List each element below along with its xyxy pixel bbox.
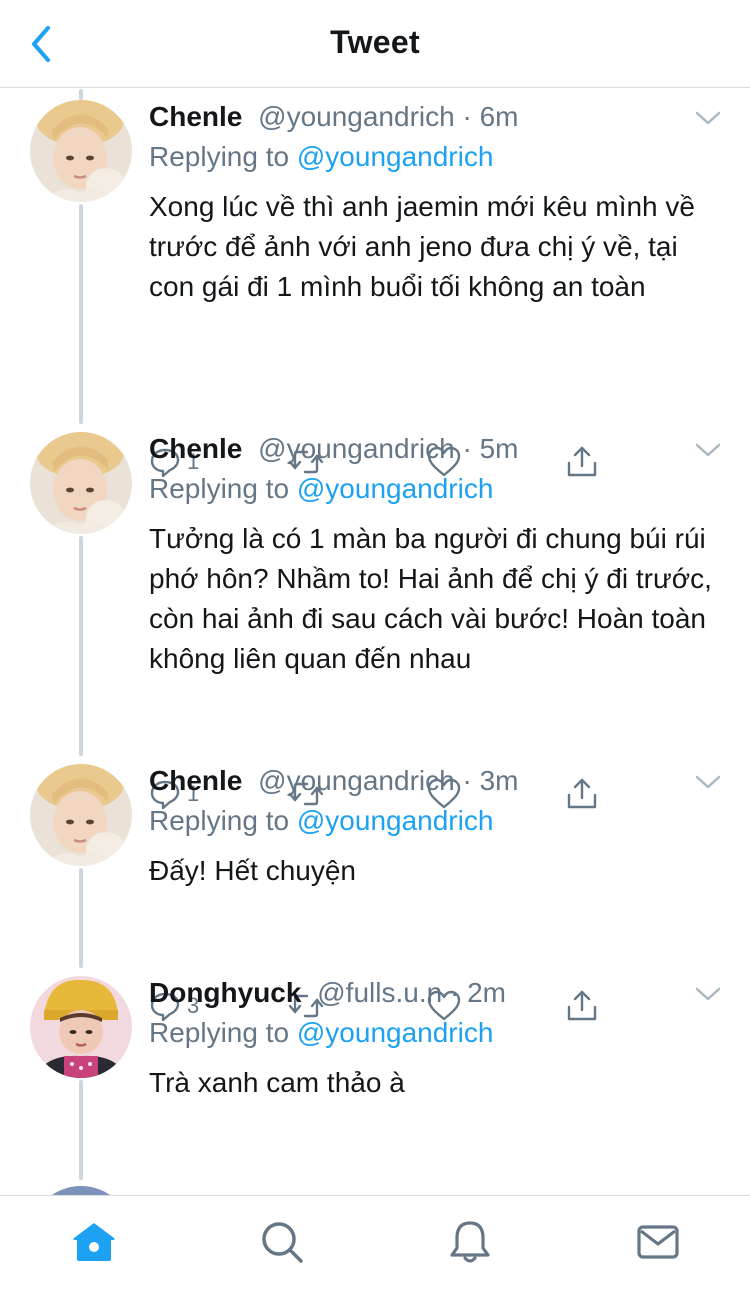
- replying-to-label: Replying to: [149, 473, 290, 504]
- tweet-header: Donghyuck @fulls.u.n · 2m: [149, 977, 506, 1009]
- page-title: Tweet: [330, 24, 420, 60]
- username[interactable]: @youngandrich: [258, 433, 455, 464]
- avatar[interactable]: [30, 976, 132, 1078]
- replying-to: Replying to @youngandrich: [149, 1017, 493, 1049]
- chevron-down-icon[interactable]: [694, 986, 722, 1002]
- timestamp: 3m: [479, 765, 519, 796]
- avatar[interactable]: [30, 1186, 132, 1195]
- reply-to-link[interactable]: @youngandrich: [297, 805, 494, 836]
- top-nav-bar: Tweet: [0, 0, 750, 88]
- bottom-tab-bar: [0, 1195, 750, 1294]
- replying-to: Replying to @youngandrich: [149, 473, 493, 505]
- timestamp: 6m: [479, 101, 519, 132]
- notifications-icon[interactable]: [446, 1218, 494, 1266]
- display-name[interactable]: Chenle: [149, 765, 242, 796]
- tweet-thread[interactable]: Chenle @youngandrich · 6m Replying to @y…: [0, 89, 750, 1195]
- tweet-text: Tưởng là có 1 màn ba người đi chung búi …: [149, 523, 712, 674]
- avatar[interactable]: [30, 100, 132, 202]
- display-name[interactable]: Chenle: [149, 101, 242, 132]
- chevron-down-icon[interactable]: [694, 110, 722, 126]
- replying-to: Replying to @youngandrich: [149, 141, 493, 173]
- timestamp: 5m: [479, 433, 519, 464]
- search-icon[interactable]: [258, 1218, 306, 1266]
- replying-to: Replying to @youngandrich: [149, 805, 493, 837]
- messages-icon[interactable]: [634, 1218, 682, 1266]
- home-icon[interactable]: [70, 1218, 118, 1266]
- tweet[interactable]: Chenle @youngandrich · 5m Replying to @y…: [0, 428, 750, 810]
- avatar[interactable]: [30, 432, 132, 534]
- separator-dot: ·: [449, 977, 460, 1008]
- username[interactable]: @fulls.u.n: [317, 977, 442, 1008]
- avatar[interactable]: [30, 764, 132, 866]
- tweet-text: Xong lúc về thì anh jaemin mới kêu mình …: [149, 191, 695, 302]
- reply-to-link[interactable]: @youngandrich: [297, 1017, 494, 1048]
- reply-to-link[interactable]: @youngandrich: [297, 141, 494, 172]
- replying-to-label: Replying to: [149, 141, 290, 172]
- username[interactable]: @youngandrich: [258, 765, 455, 796]
- tweet-header: Chenle @youngandrich · 6m: [149, 101, 518, 133]
- reply-to-link[interactable]: @youngandrich: [297, 473, 494, 504]
- separator-dot: ·: [462, 433, 472, 464]
- chevron-down-icon[interactable]: [694, 774, 722, 790]
- timestamp: 2m: [467, 977, 506, 1008]
- display-name[interactable]: Donghyuck: [149, 977, 301, 1008]
- tweet-text: Đấy! Hết chuyện: [149, 855, 356, 886]
- separator-dot: ·: [462, 101, 472, 132]
- tweet[interactable]: Donghyuck @fulls.u.n · 2m Replying to @y…: [0, 972, 750, 1172]
- separator-dot: ·: [462, 765, 472, 796]
- replying-to-label: Replying to: [149, 805, 290, 836]
- display-name[interactable]: Chenle: [149, 433, 242, 464]
- tweet[interactable]: Chenle @youngandrich · 3m Replying to @y…: [0, 760, 750, 1022]
- tweet[interactable]: Chenle @youngandrich · 6m Replying to @y…: [0, 96, 750, 478]
- tweet-header: Chenle @youngandrich · 3m: [149, 765, 518, 797]
- replying-to-label: Replying to: [149, 1017, 290, 1048]
- chevron-down-icon[interactable]: [694, 442, 722, 458]
- username[interactable]: @youngandrich: [258, 101, 455, 132]
- tweet-header: Chenle @youngandrich · 5m: [149, 433, 518, 465]
- tweet-text: Trà xanh cam thảo à: [149, 1067, 405, 1098]
